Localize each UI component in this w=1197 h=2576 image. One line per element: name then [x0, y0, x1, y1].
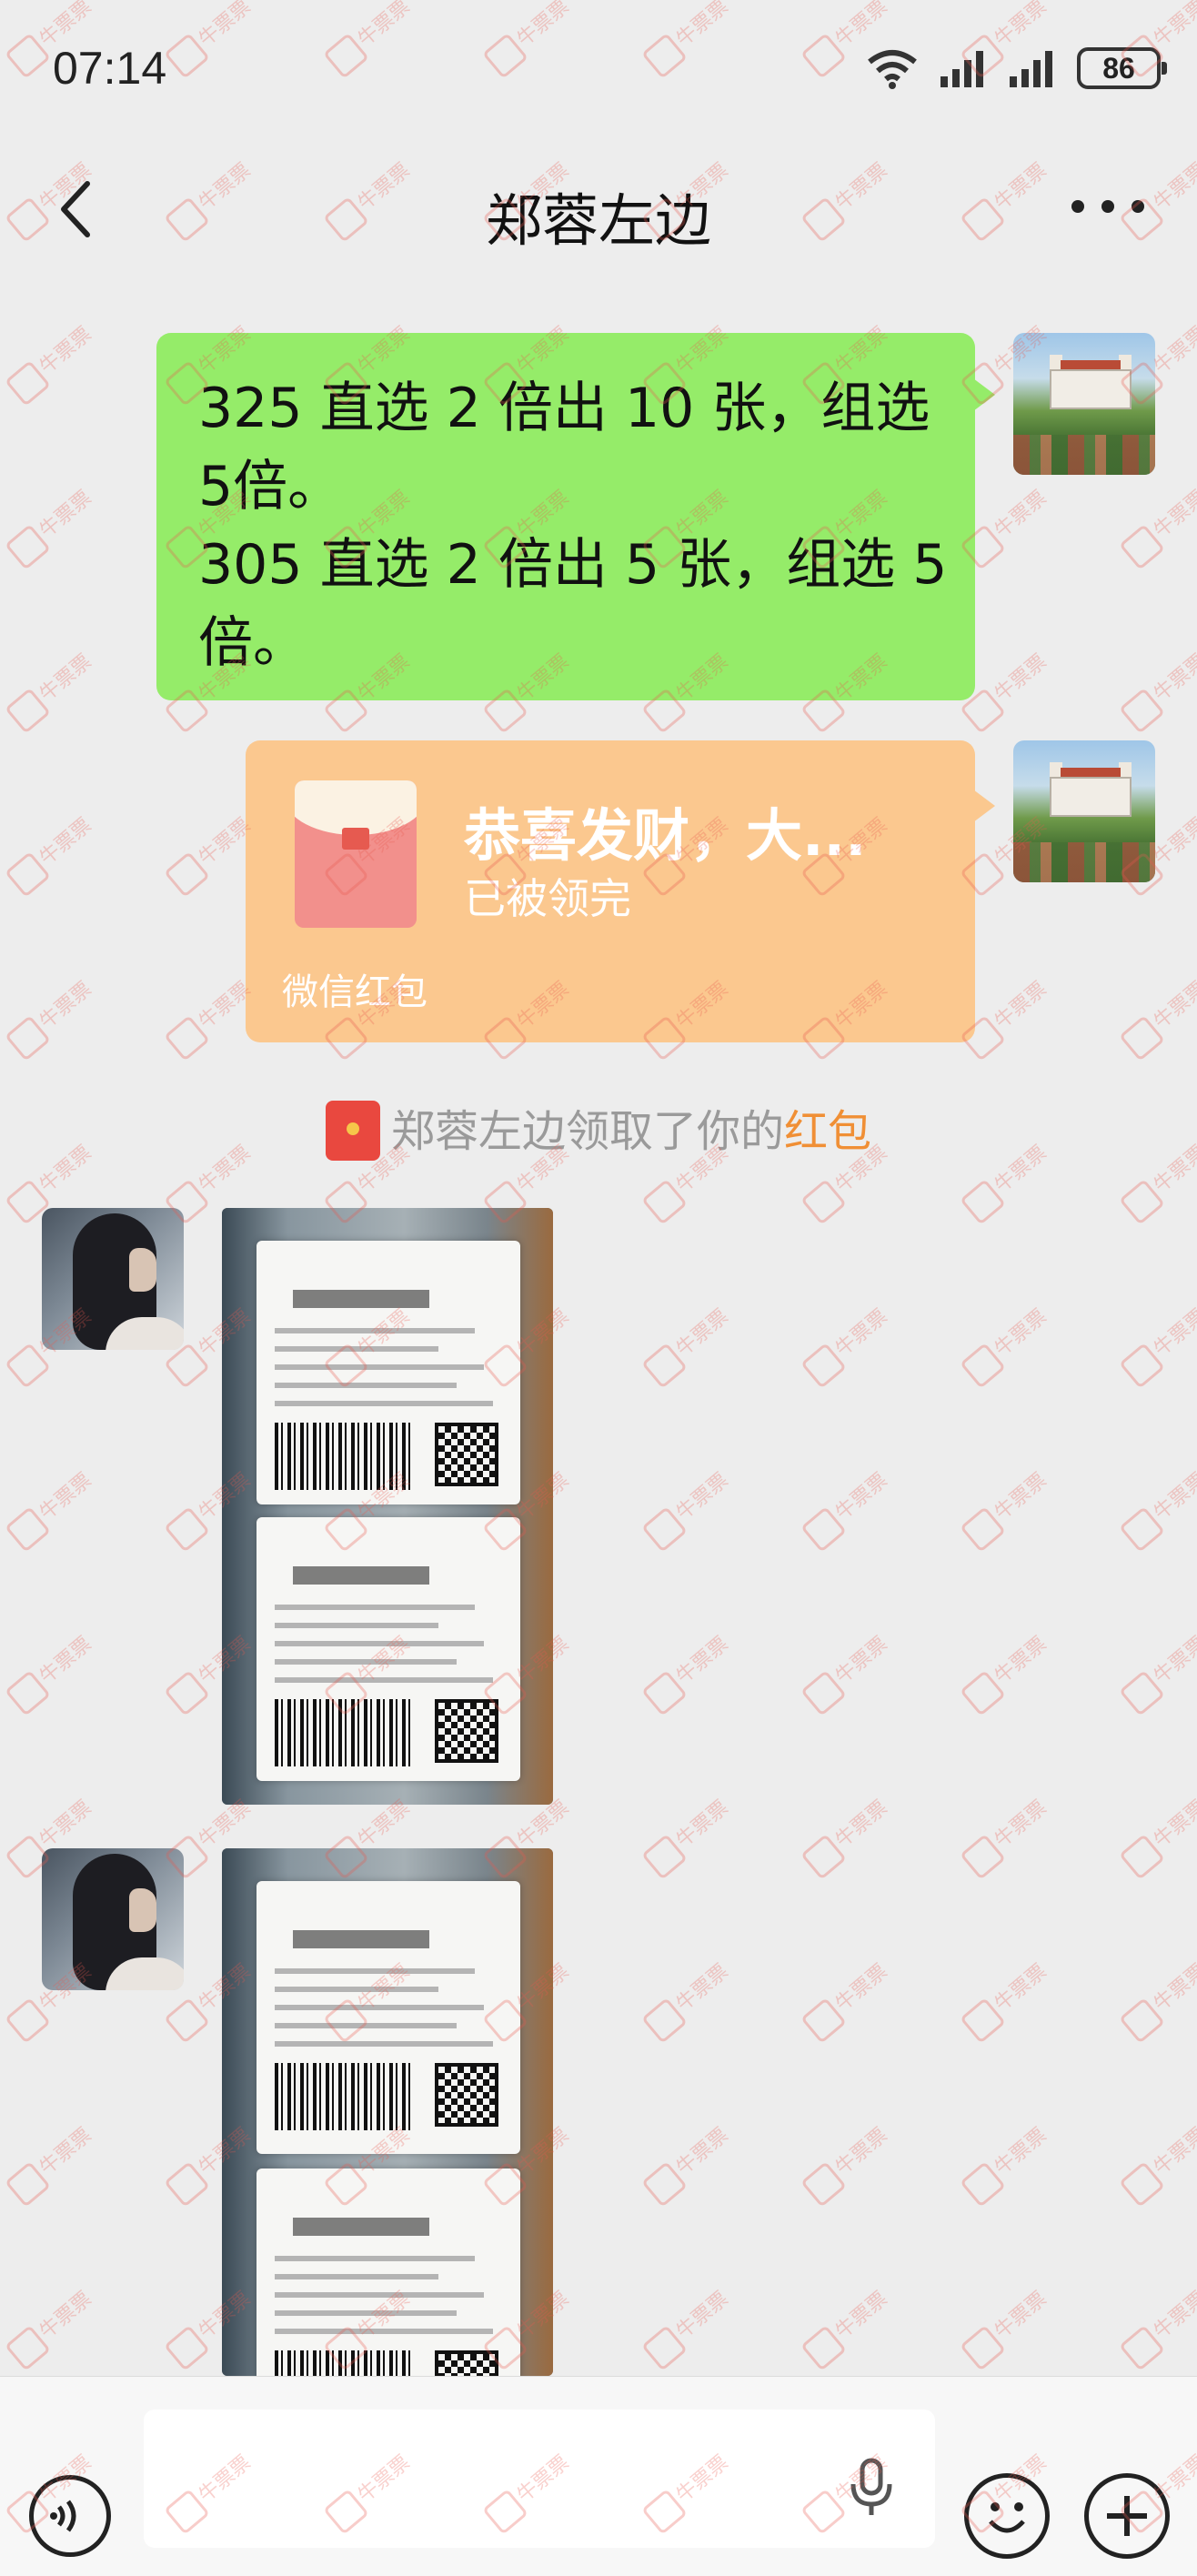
watermark-text: 牛票票 — [800, 2283, 896, 2370]
message-line: 倍。 — [198, 611, 307, 675]
red-packet-card[interactable]: 恭喜发财，大... 已被领完 微信红包 — [246, 740, 995, 1042]
watermark-text: 牛票票 — [5, 1628, 100, 1716]
photo-message[interactable] — [222, 1848, 553, 2376]
watermark-text: 牛票票 — [5, 1464, 100, 1552]
message-input[interactable] — [144, 2410, 935, 2548]
watermark-text: 牛票票 — [800, 1301, 896, 1388]
watermark-text: 牛票票 — [5, 318, 100, 406]
chat-title: 郑蓉左边 — [485, 187, 711, 254]
lottery-ticket-image — [256, 1517, 520, 1781]
watermark-text: 牛票票 — [1119, 2119, 1197, 2207]
watermark-text: 牛票票 — [800, 1628, 896, 1716]
watermark-text: 牛票票 — [1119, 2283, 1197, 2370]
watermark-text: 牛票票 — [5, 810, 100, 897]
watermark-text: 牛票票 — [5, 482, 100, 569]
watermark-text: 牛票票 — [164, 810, 259, 897]
message-line: 5倍。 — [198, 455, 343, 518]
red-packet-status: 已被领完 — [464, 874, 631, 923]
red-packet-link[interactable]: 红包 — [784, 1106, 871, 1157]
status-bar: 07:14 86 — [0, 0, 1197, 136]
watermark-text: 牛票票 — [1119, 973, 1197, 1061]
watermark-text: 牛票票 — [960, 2283, 1055, 2370]
watermark-text: 牛票票 — [960, 1301, 1055, 1388]
watermark-text: 牛票票 — [5, 2283, 100, 2370]
watermark-text: 牛票票 — [960, 1956, 1055, 2043]
watermark-text: 牛票票 — [5, 2119, 100, 2207]
watermark-text: 牛票票 — [960, 1464, 1055, 1552]
watermark-text: 牛票票 — [1119, 1464, 1197, 1552]
signal-icon-1 — [940, 51, 983, 87]
watermark-text: 牛票票 — [5, 973, 100, 1061]
wifi-icon — [868, 50, 917, 89]
status-icons: 86 — [866, 47, 1167, 89]
self-avatar[interactable] — [1013, 333, 1155, 475]
watermark-text: 牛票票 — [5, 646, 100, 733]
red-packet-footer: 微信红包 — [282, 971, 428, 1013]
watermark-text: 牛票票 — [641, 1792, 737, 1879]
voice-button[interactable] — [29, 2475, 111, 2557]
watermark-text: 牛票票 — [1119, 646, 1197, 733]
plus-button[interactable] — [1084, 2473, 1170, 2559]
title-bar: 郑蓉左边 — [0, 136, 1197, 282]
watermark-text: 牛票票 — [641, 1464, 737, 1552]
watermark-text: 牛票票 — [1119, 482, 1197, 569]
watermark-text: 牛票票 — [800, 2119, 896, 2207]
watermark-text: 牛票票 — [164, 973, 259, 1061]
red-packet-small-icon — [325, 1101, 380, 1161]
watermark-text: 牛票票 — [641, 1956, 737, 2043]
contact-avatar[interactable] — [42, 1208, 184, 1350]
lottery-ticket-image — [256, 2168, 520, 2376]
signal-icon-2 — [1010, 51, 1052, 87]
lottery-ticket-image — [256, 1881, 520, 2154]
self-avatar[interactable] — [1013, 740, 1155, 882]
watermark-text: 牛票票 — [1119, 1792, 1197, 1879]
contact-avatar[interactable] — [42, 1848, 184, 1990]
watermark-text: 牛票票 — [641, 2119, 737, 2207]
notice-text: 郑蓉左边领取了你的 — [390, 1106, 784, 1157]
watermark-text: 牛票票 — [1119, 1628, 1197, 1716]
watermark-text: 牛票票 — [1119, 1956, 1197, 2043]
more-icon — [1071, 200, 1084, 213]
red-packet-title: 恭喜发财，大... — [464, 802, 867, 869]
microphone-button[interactable] — [844, 2455, 899, 2522]
voice-icon — [50, 2500, 76, 2532]
message-line: 325 直选 2 倍出 10 张，组选 — [198, 377, 930, 440]
photo-message[interactable] — [222, 1208, 553, 1805]
emoji-icon — [989, 2502, 1025, 2533]
lottery-ticket-image — [256, 1241, 520, 1504]
watermark-text: 牛票票 — [641, 1628, 737, 1716]
watermark-text: 牛票票 — [960, 1792, 1055, 1879]
watermark-text: 牛票票 — [1119, 1301, 1197, 1388]
watermark-text: 牛票票 — [800, 1792, 896, 1879]
watermark-text: 牛票票 — [960, 2119, 1055, 2207]
text-message-bubble[interactable]: 325 直选 2 倍出 10 张，组选 5倍。 305 直选 2 倍出 5 张，… — [156, 333, 995, 700]
watermark-text: 牛票票 — [960, 1628, 1055, 1716]
watermark-text: 牛票票 — [641, 1301, 737, 1388]
input-bar — [0, 2376, 1197, 2576]
microphone-icon — [850, 2458, 892, 2515]
more-button[interactable] — [1071, 200, 1144, 227]
status-time: 07:14 — [53, 43, 167, 94]
message-line: 305 直选 2 倍出 5 张，组选 5 — [198, 533, 948, 597]
system-notice: 郑蓉左边领取了你的红包 — [0, 1095, 1197, 1164]
battery-indicator: 86 — [1077, 47, 1167, 89]
watermark-text: 牛票票 — [800, 1464, 896, 1552]
watermark-text: 牛票票 — [800, 1956, 896, 2043]
watermark-text: 牛票票 — [641, 2283, 737, 2370]
emoji-button[interactable] — [964, 2473, 1050, 2559]
red-packet-icon — [295, 780, 417, 928]
